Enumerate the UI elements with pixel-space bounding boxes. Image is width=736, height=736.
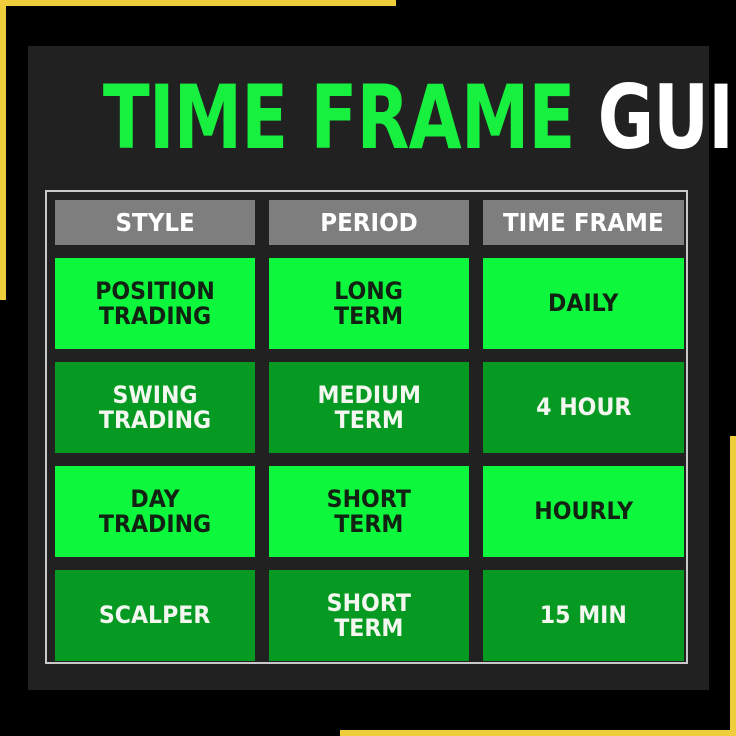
header-label: TIME FRAME [503,208,664,237]
header-period: PERIOD [269,200,469,245]
cell-line: LONG [334,276,404,305]
cell-time-frame: 4 HOUR [483,362,684,453]
header-label: PERIOD [320,208,418,237]
cell-time-frame: HOURLY [483,466,684,557]
cell-line: 4 HOUR [535,393,632,421]
cell-line: SWING [112,380,198,409]
title-part-green: TIME FRAME [102,66,575,169]
cell-line: DAY [130,484,180,513]
accent-border-right [730,436,736,736]
cell-line: SHORT [326,484,412,513]
cell-line: HOURLY [534,497,633,525]
cell-line: TERM [334,405,404,434]
cell-period: SHORT TERM [269,466,469,557]
cell-style: SWING TRADING [55,362,255,453]
cell-period: LONG TERM [269,258,469,349]
cell-line: TRADING [98,509,212,538]
time-frame-table: STYLE PERIOD TIME FRAME POSITION TRADING … [45,190,688,664]
header-time-frame: TIME FRAME [483,200,684,245]
accent-border-left [0,0,6,300]
cell-line: MEDIUM [317,380,421,409]
cell-line: TRADING [98,405,212,434]
table-grid: STYLE PERIOD TIME FRAME POSITION TRADING … [55,200,684,661]
header-style: STYLE [55,200,255,245]
cell-line: POSITION [95,276,215,305]
accent-border-top [0,0,396,6]
cell-style: SCALPER [55,570,255,661]
cell-line: SHORT [326,588,412,617]
cell-line: 15 MIN [539,601,628,629]
cell-line: DAILY [548,289,619,317]
header-label: STYLE [115,208,195,237]
cell-line: SCALPER [99,601,211,629]
cell-line: TERM [334,301,404,330]
title-part-white: GUIDE [597,66,736,169]
cell-time-frame: 15 MIN [483,570,684,661]
cell-line: TRADING [98,301,212,330]
page-title: TIME FRAME GUIDE [102,66,736,169]
cell-line: TERM [334,613,404,642]
guide-panel: TIME FRAME GUIDE STYLE PERIOD TIME FRAME… [28,46,736,690]
cell-time-frame: DAILY [483,258,684,349]
cell-line: TERM [334,509,404,538]
accent-border-bottom [340,730,736,736]
cell-style: DAY TRADING [55,466,255,557]
cell-period: SHORT TERM [269,570,469,661]
cell-period: MEDIUM TERM [269,362,469,453]
cell-style: POSITION TRADING [55,258,255,349]
